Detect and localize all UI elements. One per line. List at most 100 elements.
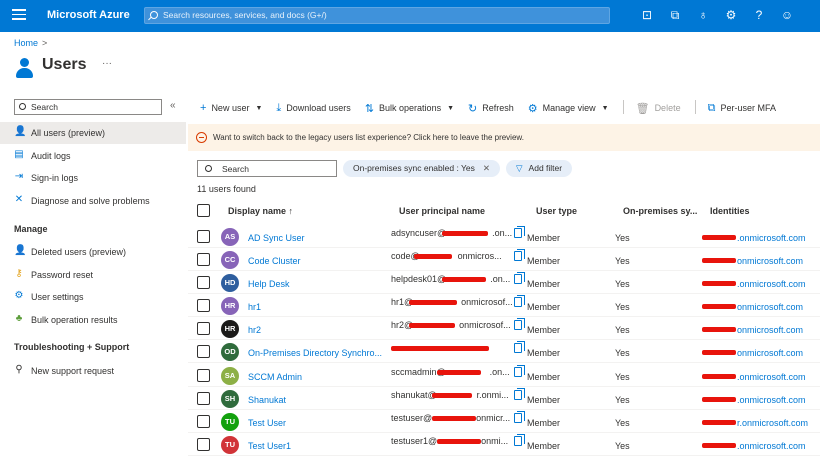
row-checkbox[interactable] bbox=[197, 369, 210, 382]
identity-link[interactable]: onmicrosoft.com bbox=[702, 325, 803, 335]
sidebar-item-deleted-users[interactable]: 👤 Deleted users (preview) bbox=[0, 241, 186, 263]
copy-icon[interactable] bbox=[514, 434, 525, 446]
table-row[interactable]: CC Code Cluster code@ onmicros... Member Yes o… bbox=[188, 248, 820, 271]
sidebar-search-input[interactable]: Search bbox=[14, 99, 162, 115]
new-user-button[interactable]: + New user ▼ bbox=[200, 100, 262, 116]
table-row[interactable]: SH Shanukat shanukat@ r.onmi... Member Yes .on… bbox=[188, 387, 820, 410]
sidebar-item-all-users[interactable]: 👤 All users (preview) bbox=[0, 122, 186, 144]
row-checkbox[interactable] bbox=[197, 276, 210, 289]
table-row[interactable]: AS AD Sync User adsyncuser@ .on... Member Yes… bbox=[188, 225, 820, 248]
user-display-name-link[interactable]: SCCM Admin bbox=[248, 372, 388, 382]
help-icon[interactable]: ? bbox=[752, 8, 766, 22]
add-filter-button[interactable]: ▽ Add filter bbox=[506, 160, 573, 177]
copy-icon[interactable] bbox=[514, 249, 525, 261]
legacy-experience-banner[interactable]: Want to switch back to the legacy users … bbox=[188, 124, 820, 151]
identity-link[interactable]: onmicrosoft.com bbox=[702, 256, 803, 266]
brand-title[interactable]: Microsoft Azure bbox=[47, 9, 130, 21]
user-display-name-link[interactable]: hr1 bbox=[248, 302, 388, 312]
identity-link[interactable]: .onmicrosoft.com bbox=[702, 233, 806, 243]
collapse-sidebar-button[interactable]: « bbox=[170, 100, 176, 111]
row-checkbox[interactable] bbox=[197, 415, 210, 428]
avatar: SA bbox=[221, 367, 239, 385]
sidebar-item-audit-logs[interactable]: ▤ Audit logs bbox=[0, 145, 186, 167]
select-all-checkbox[interactable] bbox=[197, 204, 210, 217]
identity-link[interactable]: .onmicrosoft.com bbox=[702, 372, 806, 382]
notifications-icon[interactable]: ♁ bbox=[696, 8, 710, 22]
copy-icon[interactable] bbox=[514, 318, 525, 330]
download-users-button[interactable]: ⤓ Download users bbox=[276, 100, 350, 116]
identity-domain: onmicrosoft.com bbox=[737, 348, 804, 358]
user-display-name-link[interactable]: Code Cluster bbox=[248, 256, 388, 266]
menu-icon[interactable] bbox=[12, 9, 26, 21]
identity-domain: r.onmicrosoft.com bbox=[737, 418, 809, 428]
sidebar-item-bulk-results[interactable]: ♣ Bulk operation results bbox=[0, 309, 186, 331]
copy-icon[interactable] bbox=[514, 272, 525, 284]
sidebar-item-label: Deleted users (preview) bbox=[31, 247, 127, 257]
copy-icon[interactable] bbox=[514, 226, 525, 238]
refresh-button[interactable]: ↻ Refresh bbox=[468, 100, 514, 116]
identity-link[interactable]: onmicrosoft.com bbox=[702, 302, 803, 312]
active-filter-pill[interactable]: On-premises sync enabled : Yes ✕ bbox=[343, 160, 501, 177]
user-display-name-link[interactable]: AD Sync User bbox=[248, 233, 388, 243]
copy-icon[interactable] bbox=[514, 295, 525, 307]
sidebar-item-sign-in-logs[interactable]: ⇥ Sign-in logs bbox=[0, 167, 186, 189]
row-checkbox[interactable] bbox=[197, 299, 210, 312]
copy-icon[interactable] bbox=[514, 365, 525, 377]
column-header-display-name[interactable]: Display name ↑ bbox=[228, 206, 293, 216]
table-row[interactable]: TU Test User1 testuser1@ onmi... Member Yes .o… bbox=[188, 433, 820, 456]
delete-button[interactable]: 🗑 Delete bbox=[636, 100, 681, 116]
more-options-button[interactable]: ··· bbox=[102, 58, 112, 69]
row-checkbox[interactable] bbox=[197, 253, 210, 266]
sidebar-item-diagnose[interactable]: ✕ Diagnose and solve problems bbox=[0, 190, 186, 212]
table-row[interactable]: SA SCCM Admin sccmadmin@ .on... Member Yes .on… bbox=[188, 364, 820, 387]
copy-icon[interactable] bbox=[514, 388, 525, 400]
feedback-icon[interactable]: ☺ bbox=[780, 8, 794, 22]
column-header-on-prem-sync[interactable]: On-premises sy... bbox=[623, 206, 697, 216]
global-search-input[interactable]: Search resources, services, and docs (G+… bbox=[144, 7, 610, 24]
users-search-input[interactable]: Search bbox=[197, 160, 337, 177]
table-row[interactable]: HD Help Desk helpdesk01@ .on... Member Yes .on… bbox=[188, 271, 820, 294]
row-checkbox[interactable] bbox=[197, 438, 210, 451]
column-header-identities[interactable]: Identities bbox=[710, 206, 750, 216]
row-checkbox[interactable] bbox=[197, 230, 210, 243]
directory-filter-icon[interactable]: ⧉ bbox=[668, 8, 682, 22]
table-row[interactable]: HR hr1 hr1@ onmicrosof... Member Yes onmicroso… bbox=[188, 294, 820, 317]
copy-icon[interactable] bbox=[514, 341, 525, 353]
manage-view-button[interactable]: ⚙ Manage view ▼ bbox=[528, 100, 609, 116]
result-count: 11 users found bbox=[197, 184, 256, 194]
upn-suffix: .on... bbox=[492, 228, 513, 238]
user-display-name-link[interactable]: On-Premises Directory Synchro... bbox=[248, 348, 388, 358]
user-display-name-link[interactable]: hr2 bbox=[248, 325, 388, 335]
row-checkbox[interactable] bbox=[197, 345, 210, 358]
sidebar-item-user-settings[interactable]: ⚙ User settings bbox=[0, 286, 186, 308]
per-user-mfa-button[interactable]: ⧉ Per-user MFA bbox=[708, 100, 776, 116]
identity-link[interactable]: .onmicrosoft.com bbox=[702, 441, 806, 451]
sidebar-item-label: Bulk operation results bbox=[31, 315, 118, 325]
sidebar-item-password-reset[interactable]: ⚷ Password reset bbox=[0, 264, 186, 286]
bulk-operations-button[interactable]: ⇅ Bulk operations ▼ bbox=[365, 100, 454, 116]
user-display-name-link[interactable]: Shanukat bbox=[248, 395, 388, 405]
user-display-name-link[interactable]: Test User1 bbox=[248, 441, 388, 451]
copy-icon[interactable] bbox=[514, 411, 525, 423]
breadcrumb-home[interactable]: Home bbox=[14, 38, 38, 48]
row-checkbox[interactable] bbox=[197, 322, 210, 335]
settings-icon[interactable]: ⚙ bbox=[724, 8, 738, 22]
identity-link[interactable]: .onmicrosoft.com bbox=[702, 395, 806, 405]
on-prem-sync-value: Yes bbox=[615, 279, 630, 289]
cloud-shell-icon[interactable]: ⊡ bbox=[640, 8, 654, 22]
identity-link[interactable]: r.onmicrosoft.com bbox=[702, 418, 808, 428]
user-display-name-link[interactable]: Help Desk bbox=[248, 279, 388, 289]
close-icon[interactable]: ✕ bbox=[483, 163, 490, 173]
on-prem-sync-value: Yes bbox=[615, 395, 630, 405]
table-row[interactable]: TU Test User testuser@ onmicr... Member Yes r.… bbox=[188, 410, 820, 433]
table-row[interactable]: HR hr2 hr2@ onmicrosof... Member Yes onmicroso… bbox=[188, 317, 820, 340]
table-row[interactable]: OD On-Premises Directory Synchro... Member… bbox=[188, 340, 820, 363]
column-header-upn[interactable]: User principal name bbox=[399, 206, 485, 216]
user-display-name-link[interactable]: Test User bbox=[248, 418, 388, 428]
sidebar-item-new-support-request[interactable]: ⚲ New support request bbox=[0, 360, 186, 382]
bulk-results-icon: ♣ bbox=[15, 313, 23, 324]
column-header-user-type[interactable]: User type bbox=[536, 206, 577, 216]
identity-link[interactable]: .onmicrosoft.com bbox=[702, 279, 806, 289]
row-checkbox[interactable] bbox=[197, 392, 210, 405]
identity-link[interactable]: onmicrosoft.com bbox=[702, 348, 803, 358]
